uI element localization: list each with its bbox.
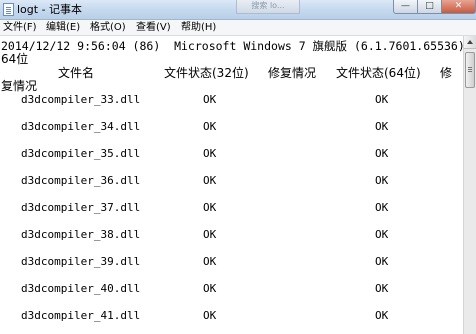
file-name-cell: d3dcompiler_40.dll bbox=[21, 282, 141, 295]
status32-cell: OK bbox=[203, 174, 217, 187]
menu-format[interactable]: 格式(O) bbox=[90, 20, 126, 35]
status32-cell: OK bbox=[203, 255, 217, 268]
menu-edit[interactable]: 编辑(E) bbox=[46, 20, 80, 35]
log-header-line: 2014/12/12 9:56:04 (86) Microsoft Window… bbox=[1, 39, 463, 53]
title-bar[interactable]: logt - 记事本 搜索 lo... — □ ✕ bbox=[0, 0, 476, 20]
notepad-window: logt - 记事本 搜索 lo... — □ ✕ 文件(F) 编辑(E) 格式… bbox=[0, 0, 476, 334]
status64-cell: OK bbox=[375, 174, 389, 187]
status64-cell: OK bbox=[375, 147, 389, 160]
file-name-cell: d3dcompiler_39.dll bbox=[21, 255, 141, 268]
column-header-repair-cut: 修 bbox=[440, 66, 453, 80]
status32-cell: OK bbox=[203, 309, 217, 322]
scroll-up-arrow-icon[interactable] bbox=[464, 36, 476, 49]
file-name-cell: d3dcompiler_36.dll bbox=[21, 174, 141, 187]
file-name-cell: d3dcompiler_37.dll bbox=[21, 201, 141, 214]
status64-cell: OK bbox=[375, 255, 389, 268]
status64-cell: OK bbox=[375, 93, 389, 106]
text-edit-area[interactable]: 2014/12/12 9:56:04 (86) Microsoft Window… bbox=[0, 36, 463, 334]
status64-cell: OK bbox=[375, 282, 389, 295]
menu-file[interactable]: 文件(F) bbox=[3, 20, 37, 35]
log-arch-line: 64位 bbox=[1, 52, 29, 66]
file-name-cell: d3dcompiler_33.dll bbox=[21, 93, 141, 106]
file-name-cell: d3dcompiler_35.dll bbox=[21, 147, 141, 160]
status32-cell: OK bbox=[203, 93, 217, 106]
column-header-status32: 文件状态(32位) bbox=[164, 66, 249, 80]
file-name-cell: d3dcompiler_34.dll bbox=[21, 120, 141, 133]
scroll-thumb[interactable] bbox=[465, 52, 475, 88]
column-header-filename: 文件名 bbox=[58, 66, 95, 80]
window-title: logt - 记事本 bbox=[17, 3, 83, 16]
status32-cell: OK bbox=[203, 282, 217, 295]
status32-cell: OK bbox=[203, 120, 217, 133]
status64-cell: OK bbox=[375, 228, 389, 241]
status32-cell: OK bbox=[203, 147, 217, 160]
file-name-cell: d3dcompiler_38.dll bbox=[21, 228, 141, 241]
vertical-scrollbar[interactable] bbox=[463, 36, 476, 334]
maximize-button[interactable]: □ bbox=[417, 0, 442, 14]
title-search-box: 搜索 lo... bbox=[236, 0, 300, 14]
menu-bar: 文件(F) 编辑(E) 格式(O) 查看(V) 帮助(H) bbox=[0, 20, 476, 36]
column-header-status64: 文件状态(64位) bbox=[336, 66, 421, 80]
status64-cell: OK bbox=[375, 120, 389, 133]
status32-cell: OK bbox=[203, 228, 217, 241]
status32-cell: OK bbox=[203, 201, 217, 214]
minimize-button[interactable]: — bbox=[393, 0, 418, 14]
column-header-repair: 修复情况 bbox=[268, 66, 317, 80]
repair-wrap-line: 复情况 bbox=[1, 79, 38, 93]
menu-help[interactable]: 帮助(H) bbox=[181, 20, 216, 35]
status64-cell: OK bbox=[375, 309, 389, 322]
file-name-cell: d3dcompiler_41.dll bbox=[21, 309, 141, 322]
notepad-icon bbox=[3, 3, 14, 16]
close-button[interactable]: ✕ bbox=[441, 0, 476, 14]
menu-view[interactable]: 查看(V) bbox=[136, 20, 171, 35]
status64-cell: OK bbox=[375, 201, 389, 214]
